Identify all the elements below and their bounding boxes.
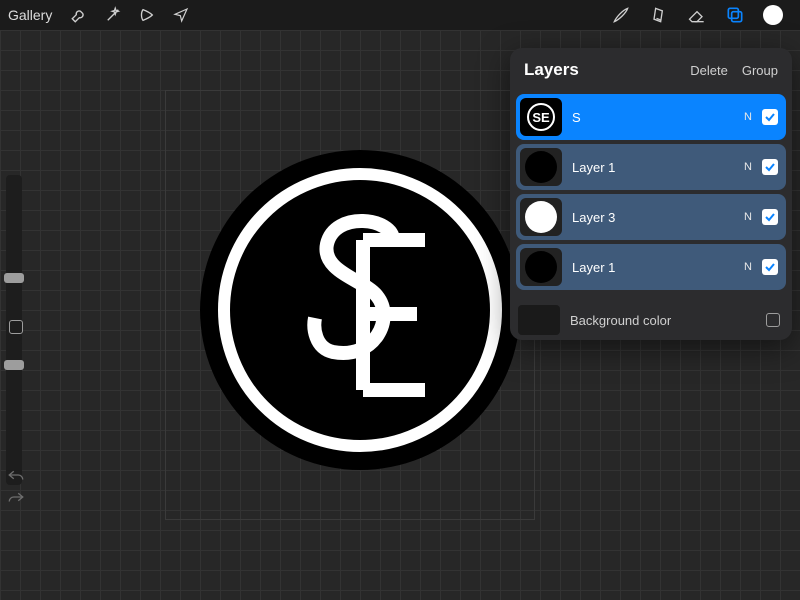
background-color-row[interactable]: Background color — [510, 300, 792, 340]
artwork — [200, 150, 520, 470]
undo-redo-group — [4, 462, 28, 510]
layers-group-button[interactable]: Group — [742, 63, 778, 78]
redo-button[interactable] — [4, 488, 28, 506]
visibility-checkbox[interactable] — [762, 259, 778, 275]
svg-text:SE: SE — [532, 110, 550, 125]
layers-icon[interactable] — [720, 0, 750, 30]
layer-name-label: Layer 3 — [572, 210, 734, 225]
layers-panel-header: Layers Delete Group — [510, 48, 792, 90]
visibility-checkbox[interactable] — [762, 109, 778, 125]
eraser-icon[interactable] — [682, 0, 712, 30]
selection-icon[interactable] — [134, 2, 160, 28]
gallery-button[interactable]: Gallery — [8, 7, 52, 23]
wrench-icon[interactable] — [66, 2, 92, 28]
blend-mode-label[interactable]: N — [744, 111, 752, 123]
color-swatch-icon — [763, 5, 783, 25]
layer-name-label: Layer 1 — [572, 260, 734, 275]
layer-thumb-black-circle — [520, 248, 562, 286]
layer-thumb-black-circle — [520, 148, 562, 186]
artwork-se-monogram — [305, 210, 435, 410]
blend-mode-label[interactable]: N — [744, 261, 752, 273]
layer-thumb-white-circle — [520, 198, 562, 236]
wand-icon[interactable] — [100, 2, 126, 28]
blend-mode-label[interactable]: N — [744, 211, 752, 223]
layers-delete-button[interactable]: Delete — [690, 63, 728, 78]
layers-list: SESNLayer 1NLayer 3NLayer 1N — [510, 94, 792, 300]
layer-row[interactable]: Layer 1 N — [516, 144, 786, 190]
visibility-checkbox[interactable] — [762, 209, 778, 225]
background-thumb — [518, 305, 560, 335]
layer-row[interactable]: Layer 3 N — [516, 194, 786, 240]
opacity-thumb[interactable] — [4, 360, 24, 370]
layers-panel-title: Layers — [524, 60, 676, 80]
move-icon[interactable] — [168, 2, 194, 28]
undo-button[interactable] — [4, 466, 28, 484]
modify-button[interactable] — [9, 320, 23, 334]
layer-row[interactable]: Layer 1 N — [516, 244, 786, 290]
blend-mode-label[interactable]: N — [744, 161, 752, 173]
layer-name-label: S — [572, 110, 734, 125]
top-toolbar: Gallery — [0, 0, 800, 30]
background-visibility-checkbox[interactable] — [766, 313, 780, 327]
visibility-checkbox[interactable] — [762, 159, 778, 175]
layer-name-label: Layer 1 — [572, 160, 734, 175]
color-picker-button[interactable] — [758, 0, 788, 30]
smudge-icon[interactable] — [644, 0, 674, 30]
layer-row[interactable]: SE SN — [516, 94, 786, 140]
layers-panel: Layers Delete Group SESNLayer 1NLayer 3N… — [510, 48, 792, 340]
brush-size-thumb[interactable] — [4, 273, 24, 283]
background-label: Background color — [570, 313, 766, 328]
layer-thumb-se: SE — [520, 98, 562, 136]
brush-icon[interactable] — [606, 0, 636, 30]
